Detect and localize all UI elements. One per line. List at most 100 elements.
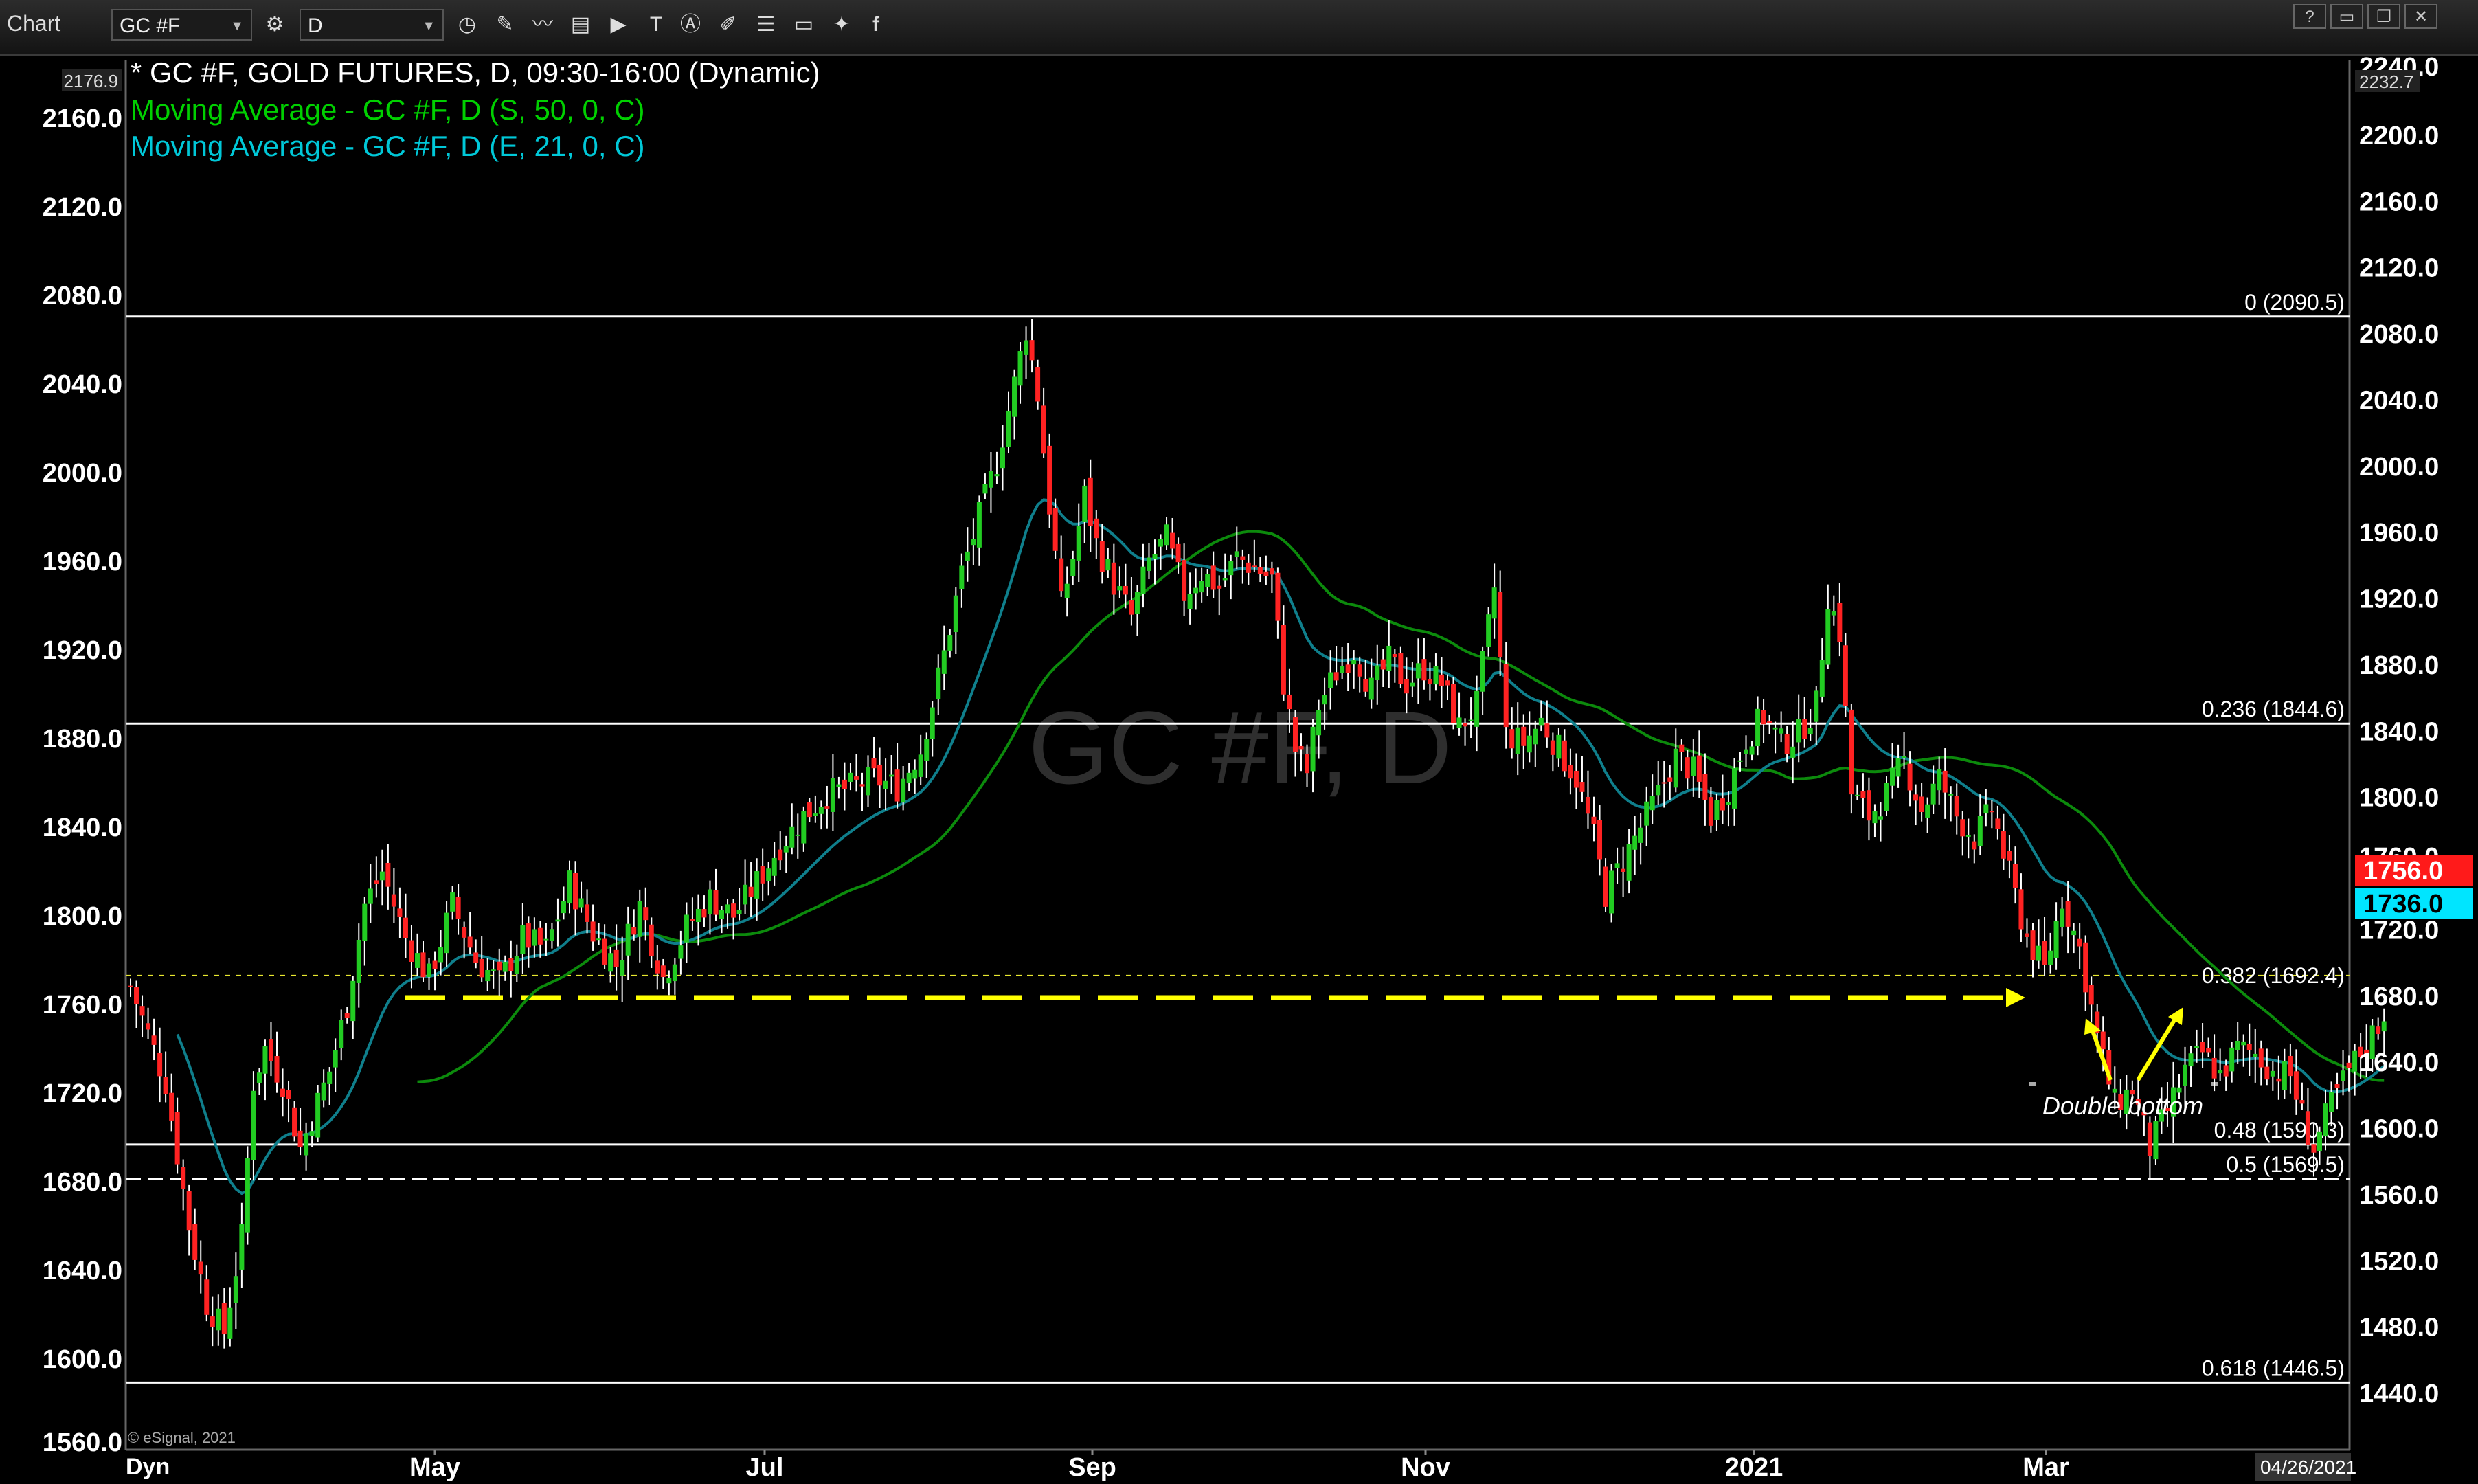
candle-body — [1368, 677, 1374, 700]
candle-body — [813, 813, 818, 816]
candle-body — [1006, 410, 1011, 447]
x-axis-label: Sep — [1068, 1453, 1116, 1482]
x-axis-label: Mar — [2023, 1453, 2069, 1482]
candle-body — [1579, 782, 1585, 792]
chevron-down-icon[interactable]: ▼ — [230, 10, 244, 42]
candle-body — [1433, 666, 1439, 685]
candle-body — [1000, 447, 1005, 469]
gear-icon[interactable]: ⚙ — [261, 11, 289, 38]
candle-body — [186, 1191, 192, 1231]
close-button[interactable]: ✕ — [2404, 4, 2437, 29]
legend-main: * GC #F, GOLD FUTURES, D, 09:30-16:00 (D… — [131, 56, 820, 89]
candle-body — [1779, 728, 1784, 734]
candle-body — [2206, 1048, 2211, 1053]
candle-body — [1404, 679, 1409, 694]
facebook-icon[interactable]: f — [862, 11, 890, 38]
candle-body — [1930, 783, 1936, 805]
candle-body — [1451, 683, 1456, 723]
left-axis-tick: 1720.0 — [43, 1079, 122, 1108]
candle-body — [2060, 908, 2065, 928]
candle-body — [409, 940, 414, 963]
candle-body — [643, 907, 649, 921]
candle-body — [1140, 566, 1146, 594]
candle-body — [1474, 690, 1480, 727]
right-axis-tick: 1560.0 — [2359, 1181, 2439, 1210]
candle-body — [2376, 1026, 2381, 1035]
candle-body — [1076, 525, 1081, 561]
candle-body — [1796, 719, 1801, 743]
double-bottom-arrow-right — [2136, 1015, 2178, 1081]
list-icon[interactable]: ☰ — [752, 11, 780, 38]
candle-body — [181, 1167, 186, 1189]
right-top-marker: 2232.7 — [2359, 71, 2414, 92]
candle-body — [1515, 727, 1520, 754]
candle-body — [1638, 827, 1643, 843]
candle-body — [1099, 541, 1105, 572]
minimize-button[interactable]: ▭ — [2330, 4, 2363, 29]
candle-body — [1673, 748, 1678, 788]
candle-body — [2200, 1042, 2205, 1053]
support-arrowhead — [2006, 988, 2025, 1007]
candle-body — [1895, 758, 1901, 777]
candle-body — [2352, 1050, 2358, 1072]
candle-body — [397, 908, 403, 917]
candle-body — [1761, 710, 1766, 725]
candle-body — [590, 921, 596, 942]
data-icon[interactable]: ▤ — [567, 11, 594, 38]
alert-icon[interactable]: Ⓐ — [677, 11, 704, 38]
candle-body — [1287, 694, 1292, 710]
candle-body — [1708, 797, 1713, 826]
price-chart[interactable]: GC #F, D 0 (2090.5)0.236 (1844.6)0.382 (… — [0, 54, 2478, 1484]
interval-input[interactable]: D ▼ — [300, 9, 444, 41]
candle-body — [2018, 889, 2024, 930]
candle-body — [1656, 785, 1661, 796]
candle-body — [1094, 518, 1099, 539]
candle-body — [1380, 659, 1386, 670]
candle-body — [2334, 1084, 2340, 1088]
help-button[interactable]: ? — [2293, 4, 2326, 29]
left-axis-tick: 1640.0 — [43, 1257, 122, 1285]
candle-body — [1902, 756, 1907, 758]
candle-body — [736, 910, 742, 914]
candle-body — [988, 471, 993, 488]
candle-body — [830, 778, 835, 812]
left-axis-tick: 2040.0 — [43, 370, 122, 399]
candle-body — [543, 938, 549, 941]
twitter-icon[interactable]: ✦ — [828, 11, 855, 38]
text-icon[interactable]: T — [642, 11, 670, 38]
candle-body — [1456, 717, 1462, 728]
candle-body — [678, 945, 684, 959]
candle-body — [157, 1053, 163, 1077]
candle-body — [1890, 767, 1895, 786]
pencil-icon[interactable]: ✎ — [491, 11, 519, 38]
candle-body — [455, 897, 461, 919]
chat-icon[interactable]: ▭ — [790, 11, 818, 38]
play-icon[interactable]: ▶ — [605, 11, 632, 38]
candle-body — [883, 780, 888, 789]
candle-body — [1182, 560, 1187, 601]
candle-body — [1983, 804, 1989, 814]
symbol-input[interactable]: GC #F ▼ — [111, 9, 252, 41]
candle-body — [256, 1072, 262, 1083]
candle-body — [1205, 574, 1210, 587]
candle-body — [889, 774, 894, 777]
candle-body — [906, 772, 912, 784]
candle-body — [1117, 586, 1123, 591]
candle-body — [1257, 566, 1263, 574]
candle-body — [1047, 445, 1052, 515]
clock-icon[interactable]: ◷ — [453, 11, 481, 38]
right-axis-tick: 2160.0 — [2359, 188, 2439, 216]
candle-body — [1134, 592, 1140, 614]
candle-body — [479, 958, 484, 978]
right-axis-tick: 1960.0 — [2359, 519, 2439, 548]
candle-body — [994, 474, 1000, 477]
copyright-label: © eSignal, 2021 — [128, 1429, 236, 1446]
restore-button[interactable]: ❐ — [2367, 4, 2400, 29]
candle-body — [1614, 863, 1620, 868]
draw-icon[interactable]: ✐ — [714, 11, 742, 38]
candle-body — [163, 1077, 168, 1094]
line-chart-icon[interactable]: 〰 — [529, 11, 556, 38]
chevron-down-icon[interactable]: ▼ — [422, 10, 436, 42]
right-axis-tick: 2120.0 — [2359, 254, 2439, 283]
candle-body — [573, 873, 578, 910]
